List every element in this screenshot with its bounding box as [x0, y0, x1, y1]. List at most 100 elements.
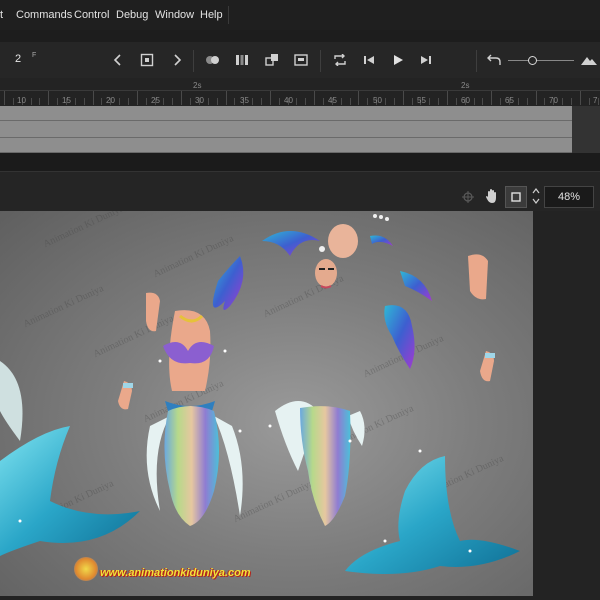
- channel-website-text: www.animationkiduniya.com: [100, 567, 251, 579]
- ruler-tick: [252, 98, 254, 105]
- zoom-input[interactable]: 48%: [544, 186, 594, 208]
- ruler-tick: [482, 98, 484, 105]
- paste-motion-icon[interactable]: [291, 50, 311, 70]
- ruler-tick: [74, 98, 76, 105]
- ruler-frame-label: 40: [284, 96, 293, 105]
- ruler-tick: [269, 91, 271, 105]
- ruler-tick: [101, 98, 103, 105]
- clip-content-icon[interactable]: [505, 186, 527, 208]
- zoom-stepper-icon[interactable]: [531, 186, 541, 206]
- ruler-tick: [234, 98, 236, 105]
- toolbar-separator: [193, 50, 194, 72]
- layer-divider: [0, 137, 572, 138]
- loop-playback-icon[interactable]: [330, 50, 350, 70]
- ruler-tick: [30, 98, 32, 105]
- timeline-layer-tracks[interactable]: [0, 106, 572, 153]
- ruler-tick: [4, 91, 5, 105]
- ruler-tick: [39, 98, 41, 105]
- current-frame-number[interactable]: 2: [15, 53, 21, 65]
- upper-arm[interactable]: [146, 292, 160, 332]
- ruler-tick: [296, 98, 298, 105]
- stage-canvas[interactable]: Animation Ki Duniya Animation Ki Duniya …: [0, 211, 533, 596]
- ruler-tick: [358, 91, 360, 105]
- mountain-resize-icon[interactable]: [579, 50, 599, 70]
- mermaid-tail[interactable]: [146, 406, 243, 526]
- frame-suffix: F: [32, 52, 37, 59]
- mermaid-torso[interactable]: [163, 310, 214, 391]
- right-tail-fin[interactable]: [345, 456, 520, 575]
- upper-arm[interactable]: [468, 254, 488, 300]
- previous-keyframe-icon[interactable]: [108, 50, 128, 70]
- ruler-tick: [411, 98, 413, 105]
- ruler-tick: [544, 98, 546, 105]
- ruler-frame-label: 15: [62, 96, 71, 105]
- menu-item-control[interactable]: Control: [74, 9, 109, 21]
- ruler-tick: [500, 98, 502, 105]
- ruler-tick: [207, 98, 209, 105]
- ruler-tick: [225, 91, 227, 105]
- hand-tool-icon[interactable]: [484, 188, 500, 204]
- menu-item-window[interactable]: Window: [155, 9, 194, 21]
- edit-multiple-frames-icon[interactable]: [232, 50, 252, 70]
- ruler-tick: [438, 98, 440, 105]
- ruler-tick: [314, 91, 316, 105]
- step-back-icon[interactable]: [359, 50, 379, 70]
- ruler-tick: [190, 98, 192, 105]
- hair-piece[interactable]: [262, 231, 320, 256]
- hair-piece[interactable]: [370, 235, 393, 246]
- ruler-tick: [588, 98, 590, 105]
- mermaid-head[interactable]: [315, 214, 389, 289]
- play-icon[interactable]: [388, 50, 408, 70]
- layer-divider: [0, 120, 572, 121]
- left-tail-fin[interactable]: [0, 361, 140, 556]
- ruler-tick: [136, 91, 138, 105]
- timeline-ruler[interactable]: 2s 2s 10 15 20 25 30 35 40 45 50 55 60 6…: [0, 78, 600, 106]
- onion-skin-icon[interactable]: [203, 50, 223, 70]
- timeline-empty-frames[interactable]: [572, 106, 600, 153]
- ruler-tick: [571, 98, 573, 105]
- ruler-tick: [172, 98, 174, 105]
- panel-divider[interactable]: [0, 153, 600, 171]
- ruler-tick: [579, 91, 581, 105]
- bracelet: [123, 383, 133, 388]
- ruler-frame-label: 70: [549, 96, 558, 105]
- ruler-tick: [322, 98, 324, 105]
- step-forward-icon[interactable]: [416, 50, 436, 70]
- ruler-tick: [57, 98, 59, 105]
- hair-piece[interactable]: [212, 256, 244, 310]
- ruler-tick: [340, 98, 342, 105]
- ruler-tick: [305, 98, 307, 105]
- toolbar-separator: [476, 50, 477, 72]
- mermaid-parts-artwork[interactable]: [0, 211, 533, 596]
- menu-item-truncated[interactable]: t: [0, 9, 3, 21]
- ruler-frame-label: 20: [106, 96, 115, 105]
- bracelet: [485, 353, 495, 358]
- hair-piece[interactable]: [400, 271, 432, 301]
- ruler-tick: [119, 98, 121, 105]
- layer-parenting-icon[interactable]: [262, 50, 282, 70]
- hair-piece[interactable]: [384, 305, 415, 369]
- menu-item-debug[interactable]: Debug: [116, 9, 148, 21]
- ruler-frame-label: 30: [195, 96, 204, 105]
- slider-handle[interactable]: [528, 56, 537, 65]
- ruler-tick: [526, 98, 528, 105]
- menu-item-commands[interactable]: Commands: [16, 9, 72, 21]
- menu-item-help[interactable]: Help: [200, 9, 223, 21]
- ruler-tick: [384, 98, 386, 105]
- center-stage-icon[interactable]: [462, 190, 474, 203]
- center-frame-icon[interactable]: [484, 50, 504, 70]
- next-keyframe-icon[interactable]: [167, 50, 187, 70]
- ruler-frame-label: 65: [505, 96, 514, 105]
- insert-keyframe-icon[interactable]: [137, 50, 157, 70]
- ruler-tick: [260, 98, 262, 105]
- ruler-tick: [128, 98, 130, 105]
- ruler-tick: [393, 98, 395, 105]
- ruler-tick: [12, 98, 14, 105]
- ruler-frame-label: 45: [328, 96, 337, 105]
- ruler-frame-label: 55: [417, 96, 426, 105]
- mermaid-tail[interactable]: [275, 401, 365, 526]
- toolbar-separator: [320, 50, 321, 72]
- ruler-frame-label: 35: [240, 96, 249, 105]
- ruler-tick: [83, 98, 85, 105]
- timeline-scale-slider[interactable]: [508, 56, 574, 65]
